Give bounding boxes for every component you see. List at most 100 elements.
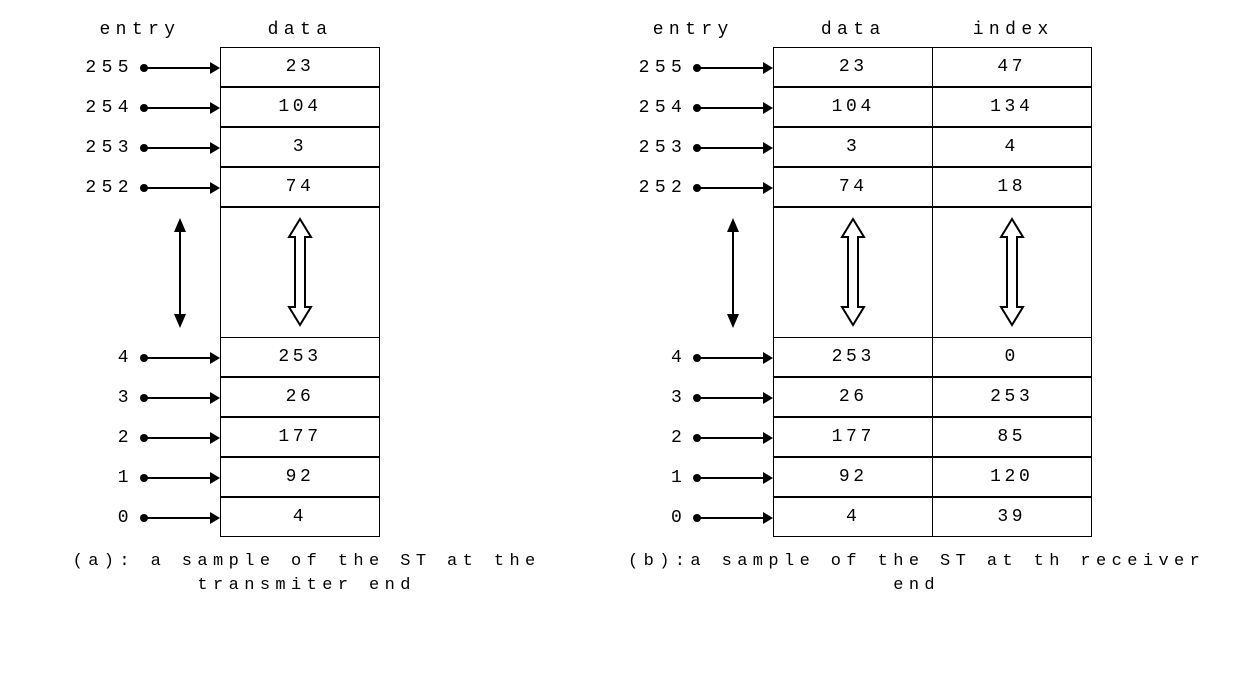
arrow-icon (140, 187, 220, 189)
index-cell: 120 (932, 457, 1092, 497)
arrow-icon (140, 67, 220, 69)
data-cell: 253 (220, 337, 380, 377)
data-cell: 92 (220, 457, 380, 497)
data-cell: 26 (773, 377, 933, 417)
table-row: 2 177 (60, 418, 553, 458)
entry-label: 252 (60, 178, 140, 198)
header-index: index (933, 20, 1093, 40)
panel-a-rows: 255 23 254 104 253 3 252 74 (60, 48, 553, 538)
panel-b-rows: 255 23 47 254 104 134 253 3 4 252 74 (613, 48, 1220, 538)
data-cell: 74 (220, 167, 380, 207)
data-cell: 23 (773, 47, 933, 87)
table-row: 255 23 47 (613, 48, 1220, 88)
ellipsis-row (60, 208, 553, 338)
table-row: 253 3 4 (613, 128, 1220, 168)
index-cell: 134 (932, 87, 1092, 127)
entry-label: 254 (613, 98, 693, 118)
arrow-icon (693, 67, 773, 69)
panel-a-headers: entry data (60, 20, 553, 40)
ellipsis-row (613, 208, 1220, 338)
data-cell: 3 (220, 127, 380, 167)
entry-label: 3 (613, 388, 693, 408)
arrow-icon (140, 107, 220, 109)
arrow-icon (140, 357, 220, 359)
table-row: 3 26 253 (613, 378, 1220, 418)
arrow-icon (140, 477, 220, 479)
arrow-icon (140, 397, 220, 399)
panel-transmitter: entry data 255 23 254 104 253 3 252 (60, 20, 553, 598)
table-row: 1 92 120 (613, 458, 1220, 498)
table-row: 2 177 85 (613, 418, 1220, 458)
table-row: 254 104 134 (613, 88, 1220, 128)
entry-label: 255 (60, 58, 140, 78)
arrow-icon (693, 437, 773, 439)
ellipsis-data-cell (773, 207, 933, 339)
entry-label: 253 (60, 138, 140, 158)
table-row: 252 74 18 (613, 168, 1220, 208)
entry-label: 4 (613, 348, 693, 368)
entry-label: 1 (613, 468, 693, 488)
data-cell: 177 (773, 417, 933, 457)
entry-label: 255 (613, 58, 693, 78)
arrow-icon (140, 437, 220, 439)
entry-label: 0 (60, 508, 140, 528)
arrow-icon (693, 107, 773, 109)
data-cell: 253 (773, 337, 933, 377)
entry-label: 254 (60, 98, 140, 118)
header-entry: entry (613, 20, 773, 40)
arrow-icon (693, 397, 773, 399)
data-cell: 3 (773, 127, 933, 167)
entry-label: 3 (60, 388, 140, 408)
table-row: 0 4 39 (613, 498, 1220, 538)
entry-label: 1 (60, 468, 140, 488)
entry-label: 2 (60, 428, 140, 448)
caption-a: (a): a sample of the ST at the transmite… (60, 550, 553, 598)
index-cell: 85 (932, 417, 1092, 457)
entry-label: 0 (613, 508, 693, 528)
header-data: data (220, 20, 380, 40)
header-entry: entry (60, 20, 220, 40)
arrow-icon (140, 147, 220, 149)
index-cell: 47 (932, 47, 1092, 87)
data-cell: 4 (773, 497, 933, 537)
index-cell: 18 (932, 167, 1092, 207)
data-cell: 4 (220, 497, 380, 537)
data-cell: 74 (773, 167, 933, 207)
arrow-icon (693, 147, 773, 149)
data-cell: 23 (220, 47, 380, 87)
panel-b-headers: entry data index (613, 20, 1220, 40)
data-cell: 104 (220, 87, 380, 127)
panel-receiver: entry data index 255 23 47 254 104 134 2… (613, 20, 1220, 598)
double-arrow-solid-icon (724, 218, 742, 328)
double-arrow-solid-icon (171, 218, 189, 328)
header-data: data (773, 20, 933, 40)
entry-label: 4 (60, 348, 140, 368)
entry-label: 252 (613, 178, 693, 198)
table-row: 253 3 (60, 128, 553, 168)
data-cell: 26 (220, 377, 380, 417)
table-row: 0 4 (60, 498, 553, 538)
arrow-icon (140, 517, 220, 519)
double-arrow-hollow-icon (997, 217, 1027, 327)
caption-b: (b):a sample of the ST at th receiver en… (613, 550, 1220, 598)
table-row: 252 74 (60, 168, 553, 208)
entry-label: 253 (613, 138, 693, 158)
ellipsis-data-cell (220, 207, 380, 339)
diagram-container: entry data 255 23 254 104 253 3 252 (20, 20, 1220, 598)
table-row: 3 26 (60, 378, 553, 418)
double-arrow-hollow-icon (838, 217, 868, 327)
table-row: 4 253 (60, 338, 553, 378)
data-cell: 92 (773, 457, 933, 497)
entry-label: 2 (613, 428, 693, 448)
ellipsis-index-cell (932, 207, 1092, 339)
table-row: 254 104 (60, 88, 553, 128)
index-cell: 4 (932, 127, 1092, 167)
arrow-icon (693, 477, 773, 479)
table-row: 255 23 (60, 48, 553, 88)
data-cell: 177 (220, 417, 380, 457)
table-row: 4 253 0 (613, 338, 1220, 378)
double-arrow-hollow-icon (285, 217, 315, 327)
index-cell: 0 (932, 337, 1092, 377)
arrow-icon (693, 357, 773, 359)
index-cell: 253 (932, 377, 1092, 417)
